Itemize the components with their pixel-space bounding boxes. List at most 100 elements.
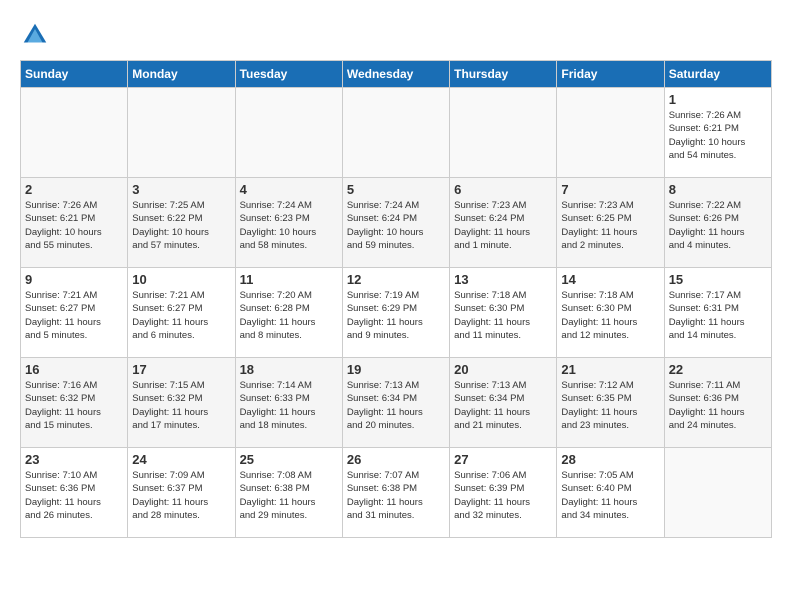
calendar-cell bbox=[128, 88, 235, 178]
calendar-cell bbox=[450, 88, 557, 178]
day-number: 24 bbox=[132, 452, 230, 467]
calendar-week-row: 23 Sunrise: 7:10 AM Sunset: 6:36 PM Dayli… bbox=[21, 448, 772, 538]
day-number: 12 bbox=[347, 272, 445, 287]
day-info: Sunrise: 7:06 AM Sunset: 6:39 PM Dayligh… bbox=[454, 469, 552, 522]
calendar-cell: 2 Sunrise: 7:26 AM Sunset: 6:21 PM Daylig… bbox=[21, 178, 128, 268]
calendar-cell: 7 Sunrise: 7:23 AM Sunset: 6:25 PM Daylig… bbox=[557, 178, 664, 268]
day-info: Sunrise: 7:05 AM Sunset: 6:40 PM Dayligh… bbox=[561, 469, 659, 522]
calendar-cell: 1Sunrise: 7:26 AM Sunset: 6:21 PM Daylig… bbox=[664, 88, 771, 178]
day-info: Sunrise: 7:12 AM Sunset: 6:35 PM Dayligh… bbox=[561, 379, 659, 432]
day-info: Sunrise: 7:23 AM Sunset: 6:24 PM Dayligh… bbox=[454, 199, 552, 252]
calendar-cell: 3 Sunrise: 7:25 AM Sunset: 6:22 PM Daylig… bbox=[128, 178, 235, 268]
calendar-cell: 8 Sunrise: 7:22 AM Sunset: 6:26 PM Daylig… bbox=[664, 178, 771, 268]
weekday-header: Tuesday bbox=[235, 61, 342, 88]
day-info: Sunrise: 7:25 AM Sunset: 6:22 PM Dayligh… bbox=[132, 199, 230, 252]
calendar-cell: 25Sunrise: 7:08 AM Sunset: 6:38 PM Dayli… bbox=[235, 448, 342, 538]
calendar-week-row: 9 Sunrise: 7:21 AM Sunset: 6:27 PM Daylig… bbox=[21, 268, 772, 358]
day-number: 7 bbox=[561, 182, 659, 197]
day-info: Sunrise: 7:13 AM Sunset: 6:34 PM Dayligh… bbox=[454, 379, 552, 432]
day-info: Sunrise: 7:11 AM Sunset: 6:36 PM Dayligh… bbox=[669, 379, 767, 432]
calendar-cell bbox=[21, 88, 128, 178]
day-number: 17 bbox=[132, 362, 230, 377]
calendar-cell: 13 Sunrise: 7:18 AM Sunset: 6:30 PM Dayli… bbox=[450, 268, 557, 358]
day-info: Sunrise: 7:08 AM Sunset: 6:38 PM Dayligh… bbox=[240, 469, 338, 522]
calendar-cell: 19 Sunrise: 7:13 AM Sunset: 6:34 PM Dayli… bbox=[342, 358, 449, 448]
weekday-header: Friday bbox=[557, 61, 664, 88]
calendar-week-row: 16Sunrise: 7:16 AM Sunset: 6:32 PM Dayli… bbox=[21, 358, 772, 448]
day-info: Sunrise: 7:09 AM Sunset: 6:37 PM Dayligh… bbox=[132, 469, 230, 522]
day-info: Sunrise: 7:23 AM Sunset: 6:25 PM Dayligh… bbox=[561, 199, 659, 252]
calendar-table: SundayMondayTuesdayWednesdayThursdayFrid… bbox=[20, 60, 772, 538]
day-number: 20 bbox=[454, 362, 552, 377]
calendar-cell: 22 Sunrise: 7:11 AM Sunset: 6:36 PM Dayli… bbox=[664, 358, 771, 448]
logo bbox=[20, 20, 52, 50]
page-header bbox=[20, 20, 772, 50]
day-number: 14 bbox=[561, 272, 659, 287]
day-info: Sunrise: 7:16 AM Sunset: 6:32 PM Dayligh… bbox=[25, 379, 123, 432]
calendar-cell: 10 Sunrise: 7:21 AM Sunset: 6:27 PM Dayli… bbox=[128, 268, 235, 358]
day-number: 26 bbox=[347, 452, 445, 467]
day-number: 5 bbox=[347, 182, 445, 197]
calendar-week-row: 1Sunrise: 7:26 AM Sunset: 6:21 PM Daylig… bbox=[21, 88, 772, 178]
day-number: 23 bbox=[25, 452, 123, 467]
calendar-cell: 11 Sunrise: 7:20 AM Sunset: 6:28 PM Dayli… bbox=[235, 268, 342, 358]
calendar-cell: 9 Sunrise: 7:21 AM Sunset: 6:27 PM Daylig… bbox=[21, 268, 128, 358]
day-number: 3 bbox=[132, 182, 230, 197]
day-info: Sunrise: 7:24 AM Sunset: 6:24 PM Dayligh… bbox=[347, 199, 445, 252]
weekday-header: Thursday bbox=[450, 61, 557, 88]
day-number: 18 bbox=[240, 362, 338, 377]
calendar-cell bbox=[557, 88, 664, 178]
calendar-cell: 18Sunrise: 7:14 AM Sunset: 6:33 PM Dayli… bbox=[235, 358, 342, 448]
calendar-cell: 20 Sunrise: 7:13 AM Sunset: 6:34 PM Dayli… bbox=[450, 358, 557, 448]
calendar-cell: 12 Sunrise: 7:19 AM Sunset: 6:29 PM Dayli… bbox=[342, 268, 449, 358]
calendar-cell bbox=[342, 88, 449, 178]
day-number: 6 bbox=[454, 182, 552, 197]
calendar-cell: 6 Sunrise: 7:23 AM Sunset: 6:24 PM Daylig… bbox=[450, 178, 557, 268]
calendar-cell: 15 Sunrise: 7:17 AM Sunset: 6:31 PM Dayli… bbox=[664, 268, 771, 358]
calendar-cell bbox=[664, 448, 771, 538]
day-number: 4 bbox=[240, 182, 338, 197]
day-number: 11 bbox=[240, 272, 338, 287]
calendar-cell: 17 Sunrise: 7:15 AM Sunset: 6:32 PM Dayli… bbox=[128, 358, 235, 448]
logo-icon bbox=[20, 20, 50, 50]
day-info: Sunrise: 7:22 AM Sunset: 6:26 PM Dayligh… bbox=[669, 199, 767, 252]
day-number: 19 bbox=[347, 362, 445, 377]
day-info: Sunrise: 7:26 AM Sunset: 6:21 PM Dayligh… bbox=[25, 199, 123, 252]
day-info: Sunrise: 7:18 AM Sunset: 6:30 PM Dayligh… bbox=[454, 289, 552, 342]
day-number: 8 bbox=[669, 182, 767, 197]
weekday-header: Sunday bbox=[21, 61, 128, 88]
day-number: 21 bbox=[561, 362, 659, 377]
day-number: 22 bbox=[669, 362, 767, 377]
calendar-cell: 28 Sunrise: 7:05 AM Sunset: 6:40 PM Dayli… bbox=[557, 448, 664, 538]
day-number: 9 bbox=[25, 272, 123, 287]
day-info: Sunrise: 7:20 AM Sunset: 6:28 PM Dayligh… bbox=[240, 289, 338, 342]
calendar-cell: 4Sunrise: 7:24 AM Sunset: 6:23 PM Daylig… bbox=[235, 178, 342, 268]
day-info: Sunrise: 7:10 AM Sunset: 6:36 PM Dayligh… bbox=[25, 469, 123, 522]
day-number: 27 bbox=[454, 452, 552, 467]
calendar-cell: 24 Sunrise: 7:09 AM Sunset: 6:37 PM Dayli… bbox=[128, 448, 235, 538]
header-row: SundayMondayTuesdayWednesdayThursdayFrid… bbox=[21, 61, 772, 88]
day-info: Sunrise: 7:19 AM Sunset: 6:29 PM Dayligh… bbox=[347, 289, 445, 342]
day-number: 15 bbox=[669, 272, 767, 287]
weekday-header: Monday bbox=[128, 61, 235, 88]
day-number: 13 bbox=[454, 272, 552, 287]
day-info: Sunrise: 7:13 AM Sunset: 6:34 PM Dayligh… bbox=[347, 379, 445, 432]
calendar-cell bbox=[235, 88, 342, 178]
weekday-header: Wednesday bbox=[342, 61, 449, 88]
day-info: Sunrise: 7:15 AM Sunset: 6:32 PM Dayligh… bbox=[132, 379, 230, 432]
day-number: 1 bbox=[669, 92, 767, 107]
calendar-cell: 27 Sunrise: 7:06 AM Sunset: 6:39 PM Dayli… bbox=[450, 448, 557, 538]
weekday-header: Saturday bbox=[664, 61, 771, 88]
calendar-cell: 16Sunrise: 7:16 AM Sunset: 6:32 PM Dayli… bbox=[21, 358, 128, 448]
day-info: Sunrise: 7:07 AM Sunset: 6:38 PM Dayligh… bbox=[347, 469, 445, 522]
day-info: Sunrise: 7:21 AM Sunset: 6:27 PM Dayligh… bbox=[25, 289, 123, 342]
day-info: Sunrise: 7:21 AM Sunset: 6:27 PM Dayligh… bbox=[132, 289, 230, 342]
day-info: Sunrise: 7:17 AM Sunset: 6:31 PM Dayligh… bbox=[669, 289, 767, 342]
calendar-cell: 14Sunrise: 7:18 AM Sunset: 6:30 PM Dayli… bbox=[557, 268, 664, 358]
day-number: 28 bbox=[561, 452, 659, 467]
day-number: 10 bbox=[132, 272, 230, 287]
calendar-cell: 26 Sunrise: 7:07 AM Sunset: 6:38 PM Dayli… bbox=[342, 448, 449, 538]
day-number: 2 bbox=[25, 182, 123, 197]
calendar-cell: 5 Sunrise: 7:24 AM Sunset: 6:24 PM Daylig… bbox=[342, 178, 449, 268]
calendar-cell: 21 Sunrise: 7:12 AM Sunset: 6:35 PM Dayli… bbox=[557, 358, 664, 448]
